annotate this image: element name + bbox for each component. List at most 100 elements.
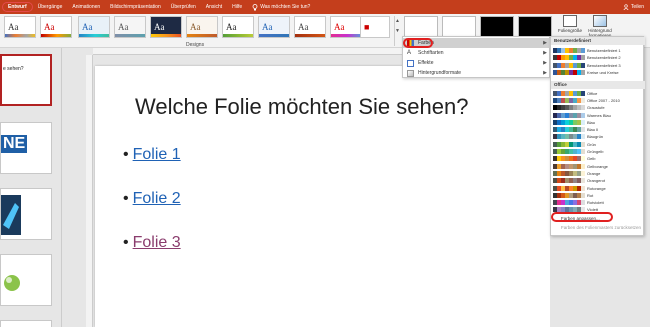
palette-option[interactable]: Kreise und Kreise [553,70,643,76]
theme-thumb-2[interactable]: Aa [40,16,72,38]
color-swatch [581,119,585,125]
slide-thumb-2[interactable]: NE [0,122,52,174]
slide-thumb-1[interactable]: e sehen? [0,54,52,106]
office-colors-header: Office [551,81,645,89]
theme-sample-icon: Aa [262,22,273,32]
color-swatch [581,192,585,198]
variant-thumb-4[interactable] [518,16,552,38]
menu-item-effects[interactable]: Effekte ▶ [403,58,551,68]
palette-option[interactable]: Orangerot [553,178,643,184]
palette-option[interactable]: Office 2007 - 2010 [553,97,643,103]
slide-thumbnails-pane: e sehen? NE [0,48,62,327]
chevron-right-icon: ▶ [543,70,547,76]
tab-view[interactable]: Ansicht [201,0,227,14]
menu-item-effects-label: Effekte [418,60,434,66]
palette-swatches [553,178,585,184]
color-swatch [581,141,585,147]
palette-swatches [553,149,585,155]
theme-thumb-5[interactable]: Aa [150,16,182,38]
link-folie-3[interactable]: Folie 3 [133,234,181,252]
slide-thumb-3[interactable] [0,188,52,240]
tab-review[interactable]: Überprüfen [166,0,201,14]
slide-thumb-5[interactable] [0,320,52,327]
tab-design[interactable]: Entwurf [2,2,33,12]
palette-name: Benutzerdefiniert 1 [587,47,621,53]
palette-option[interactable]: Gelb [553,156,643,162]
palette-option[interactable]: Blaugrün [553,134,643,140]
palette-option[interactable]: Blau II [553,127,643,133]
palette-option[interactable]: Grüngelb [553,148,643,155]
theme-thumb-9[interactable]: Aa [294,16,326,38]
palette-option[interactable]: Rotviolett [553,200,643,206]
palette-option[interactable]: Blau [553,119,643,125]
theme-thumb-7[interactable]: Aa [222,16,254,38]
palette-name: Rotviolett [587,200,604,206]
menu-item-background-styles[interactable]: Hintergrundformate ▶ [403,68,551,78]
palette-option[interactable]: Benutzerdefiniert 2 [553,55,643,61]
palette-option[interactable]: Benutzerdefiniert 1 [553,47,643,53]
color-swatch [581,200,585,206]
scroll-up-icon[interactable]: ▲ [395,16,400,26]
palette-swatches [553,62,585,68]
slide-size-icon [563,15,577,27]
slide-size-button[interactable]: Foliengröße [556,15,584,33]
variant-thumb-3[interactable] [480,16,514,38]
palette-name: Office [587,90,598,96]
share-label: Teilen [630,4,644,10]
link-folie-1[interactable]: Folie 1 [133,146,181,164]
palette-option[interactable]: Rot [553,192,643,198]
theme-sample-icon: Aa [8,22,19,32]
palette-option[interactable]: Grün [553,141,643,147]
colors-submenu: Benutzerdefiniert Benutzerdefiniert 1 Ben… [550,36,645,236]
format-background-button[interactable]: Hintergrund formatieren [586,15,614,38]
color-swatch [581,62,585,68]
palette-option[interactable]: Orange [553,170,643,176]
palette-option[interactable]: Rotorange [553,185,643,191]
theme-sample-icon: Aa [44,22,55,32]
palette-option[interactable]: Office [553,90,643,96]
theme-sample-icon: ■ [364,22,370,32]
palette-name: Warmes Blau [587,112,611,118]
theme-thumb-4[interactable]: Aa [114,16,146,38]
slide-thumb-4-image [4,275,20,291]
tab-help[interactable]: Hilfe [227,0,247,14]
tell-me-text: Was möchten Sie tun? [260,4,311,10]
variant-thumb-1[interactable] [404,16,438,38]
palette-name: Gelb [587,156,596,162]
tell-me-box[interactable]: Was möchten Sie tun? [247,0,315,14]
palette-swatches [553,119,585,125]
palette-name: Grüngelb [587,149,604,155]
scroll-down-icon[interactable]: ▼ [395,26,400,36]
chevron-right-icon: ▶ [543,50,547,56]
menu-item-fonts[interactable]: A Schriftarten ▶ [403,48,551,58]
theme-thumb-6[interactable]: Aa [186,16,218,38]
slide-title[interactable]: Welche Folie möchten Sie sehen? [135,94,468,120]
person-icon [623,4,629,10]
theme-sample-icon: Aa [226,22,237,32]
bullet-dot: • [123,234,129,251]
fonts-icon: A [407,49,412,56]
tab-slideshow[interactable]: Bildschirmpräsentation [105,0,166,14]
palette-option[interactable]: Graustufe [553,105,643,111]
palette-option[interactable]: Warmes Blau [553,112,643,118]
designs-gallery-scroll[interactable]: ▲ ▼ [394,16,400,46]
theme-thumb-8[interactable]: Aa [258,16,290,38]
ribbon-tab-bar: Entwurf Übergänge Animationen Bildschirm… [0,0,650,14]
theme-thumb-3[interactable]: Aa [78,16,110,38]
format-background-icon [593,15,607,27]
palette-name: Blaugrün [587,134,604,140]
tab-transitions[interactable]: Übergänge [33,0,68,14]
palette-swatches [553,112,585,118]
palette-option[interactable]: Gelborange [553,163,643,169]
theme-thumb-11[interactable]: ■ [360,16,390,38]
color-swatch [581,170,585,176]
palette-option[interactable]: Benutzerdefiniert 3 [553,62,643,68]
variant-thumb-2[interactable] [442,16,476,38]
highlight-circle-customize [551,212,613,222]
link-folie-2[interactable]: Folie 2 [133,190,181,208]
theme-thumb-1[interactable]: Aa [4,16,36,38]
slide-thumb-4[interactable] [0,254,52,306]
share-button[interactable]: Teilen [623,0,644,14]
tab-animations[interactable]: Animationen [67,0,105,14]
theme-thumb-10[interactable]: Aa [330,16,362,38]
